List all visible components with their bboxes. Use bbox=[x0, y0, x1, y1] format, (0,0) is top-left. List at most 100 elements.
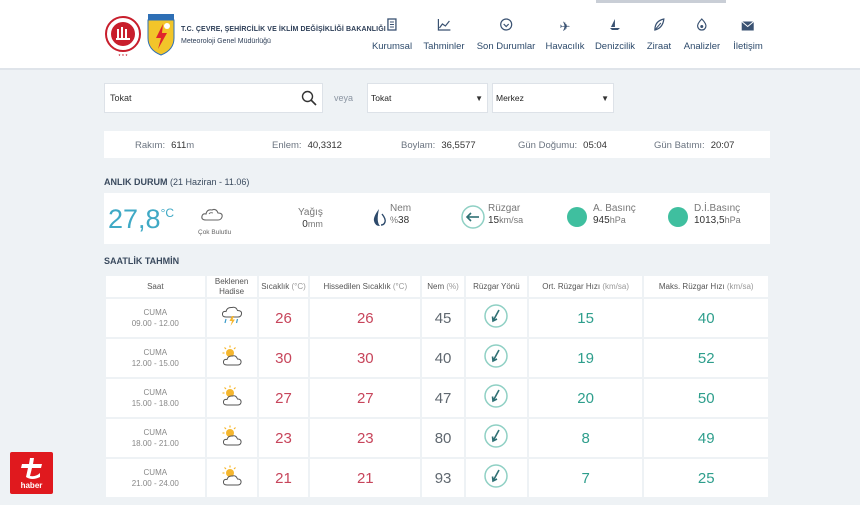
avg-wind-cell: 8 bbox=[528, 419, 643, 457]
ship-icon bbox=[595, 18, 635, 36]
max-wind-cell: 40 bbox=[644, 299, 768, 337]
table-header-row: Saat Beklenen Hadise Sıcaklık (°C) Hissed… bbox=[106, 276, 768, 297]
sea-level-pressure-icon bbox=[668, 207, 688, 227]
nav-denizcilik[interactable]: Denizcilik bbox=[595, 18, 635, 52]
feels-like-cell: 26 bbox=[310, 299, 421, 337]
humidity-cell: 45 bbox=[422, 299, 464, 337]
nav-tahminler[interactable]: Tahminler bbox=[423, 18, 465, 52]
col-hissedilen: Hissedilen Sıcaklık (°C) bbox=[310, 276, 421, 297]
max-wind-cell: 49 bbox=[644, 419, 768, 457]
table-row: CUMA 18.00 - 21.00 23 23 80 8 49 bbox=[106, 419, 768, 457]
or-label: veya bbox=[334, 93, 354, 103]
wind-direction-icon bbox=[466, 459, 527, 497]
partly-cloudy-icon bbox=[206, 339, 257, 377]
col-saat: Saat bbox=[106, 276, 205, 297]
table-row: CUMA 21.00 - 24.00 21 21 93 7 25 bbox=[106, 459, 768, 497]
avg-wind-cell: 20 bbox=[528, 379, 643, 417]
max-wind-cell: 50 bbox=[644, 379, 768, 417]
nav-ziraat[interactable]: Ziraat bbox=[647, 18, 671, 52]
nav-havacilik[interactable]: ✈ Havacılık bbox=[545, 18, 584, 52]
mgm-logo[interactable] bbox=[147, 14, 175, 56]
ministry-name: T.C. ÇEVRE, ŞEHİRCİLİK VE İKLİM DEĞİŞİKL… bbox=[181, 26, 386, 33]
chart-icon bbox=[423, 18, 464, 36]
current-temperature: 27,8°C bbox=[108, 204, 175, 234]
nav-iletisim[interactable]: İletişim bbox=[733, 18, 763, 52]
col-ruzgar-yonu: Rüzgar Yönü bbox=[466, 276, 527, 297]
time-cell: CUMA 18.00 - 21.00 bbox=[106, 419, 205, 457]
sunset-info: Gün Batımı: 20:07 bbox=[654, 140, 735, 151]
search-icon[interactable] bbox=[300, 89, 318, 107]
humidity-cell: 80 bbox=[422, 419, 464, 457]
mail-icon bbox=[733, 18, 763, 36]
humidity-cell: 47 bbox=[422, 379, 464, 417]
feels-like-cell: 23 bbox=[310, 419, 421, 457]
hourly-section-title: SAATLİK TAHMİN bbox=[104, 256, 180, 266]
plane-icon: ✈ bbox=[559, 19, 571, 34]
analysis-icon bbox=[684, 18, 720, 36]
haber-logo: haber bbox=[10, 452, 53, 494]
time-cell: CUMA 09.00 - 12.00 bbox=[106, 299, 205, 337]
temperature-cell: 30 bbox=[258, 339, 309, 377]
station-pressure: A. Basınç 945hPa bbox=[593, 203, 636, 226]
condition-label: Çok Bulutlu bbox=[198, 229, 232, 236]
svg-text:★ ★ ★: ★ ★ ★ bbox=[118, 53, 128, 57]
chevron-down-icon: ▼ bbox=[601, 94, 609, 103]
sea-level-pressure: D.İ.Basınç 1013,5hPa bbox=[694, 203, 741, 226]
temperature-cell: 26 bbox=[258, 299, 309, 337]
nav-analizler[interactable]: Analizler bbox=[684, 18, 720, 52]
time-cell: CUMA 12.00 - 15.00 bbox=[106, 339, 205, 377]
col-maks-ruzgar: Maks. Rüzgar Hızı (km/sa) bbox=[644, 276, 768, 297]
clock-icon bbox=[477, 18, 536, 36]
current-section-title: ANLIK DURUM (21 Haziran - 11.06) bbox=[104, 177, 250, 187]
search-input[interactable]: Tokat bbox=[104, 83, 323, 113]
ministry-logo[interactable]: ★ ★ ★ bbox=[105, 14, 141, 58]
humidity-cell: 40 bbox=[422, 339, 464, 377]
avg-wind-cell: 19 bbox=[528, 339, 643, 377]
max-wind-cell: 25 bbox=[644, 459, 768, 497]
wind-direction-icon bbox=[461, 205, 485, 229]
thunder-rain-icon bbox=[206, 299, 257, 337]
header-divider bbox=[0, 68, 860, 70]
humidity: Nem %38 bbox=[390, 203, 412, 226]
directorate-name: Meteoroloji Genel Müdürlüğü bbox=[181, 38, 271, 45]
max-wind-cell: 52 bbox=[644, 339, 768, 377]
col-ort-ruzgar: Ort. Rüzgar Hızı (km/sa) bbox=[528, 276, 643, 297]
rakim-info: Rakım: 611m bbox=[135, 140, 195, 151]
feels-like-cell: 30 bbox=[310, 339, 421, 377]
enlem-info: Enlem: 40,3312 bbox=[272, 140, 342, 151]
time-cell: CUMA 21.00 - 24.00 bbox=[106, 459, 205, 497]
haber-logo-mark bbox=[21, 458, 42, 479]
feels-like-cell: 27 bbox=[310, 379, 421, 417]
province-select[interactable]: Tokat ▼ bbox=[367, 83, 488, 113]
temperature-cell: 21 bbox=[258, 459, 309, 497]
wind: Rüzgar 15km/sa bbox=[488, 203, 524, 226]
district-select[interactable]: Merkez ▼ bbox=[492, 83, 614, 113]
document-icon bbox=[372, 18, 412, 36]
wind-direction-icon bbox=[466, 419, 527, 457]
avg-wind-cell: 7 bbox=[528, 459, 643, 497]
pressure-icon bbox=[567, 207, 587, 227]
time-cell: CUMA 15.00 - 18.00 bbox=[106, 379, 205, 417]
top-header: ★ ★ ★ T.C. ÇEVRE, ŞEHİRCİLİK VE İKLİM DE… bbox=[0, 0, 860, 68]
col-hadise: Beklenen Hadise bbox=[206, 276, 257, 297]
partly-cloudy-icon bbox=[206, 459, 257, 497]
current-conditions-panel: 27,8°C Çok Bulutlu Yağış 0mm Nem %38 Rüz… bbox=[104, 193, 770, 244]
location-info-bar: Rakım: 611m Enlem: 40,3312 Boylam: 36,5577 … bbox=[104, 131, 770, 158]
nav-kurumsal[interactable]: Kurumsal bbox=[372, 18, 412, 52]
wind-direction-icon bbox=[466, 339, 527, 377]
precipitation: Yağış 0mm bbox=[298, 207, 323, 230]
avg-wind-cell: 15 bbox=[528, 299, 643, 337]
table-row: CUMA 12.00 - 15.00 30 30 40 19 52 bbox=[106, 339, 768, 377]
feels-like-cell: 21 bbox=[310, 459, 421, 497]
nav-son-durumlar[interactable]: Son Durumlar bbox=[477, 18, 536, 52]
sunrise-info: Gün Doğumu: 05:04 bbox=[518, 140, 607, 151]
temperature-cell: 23 bbox=[258, 419, 309, 457]
table-row: CUMA 09.00 - 12.00 26 26 45 15 40 bbox=[106, 299, 768, 337]
table-row: CUMA 15.00 - 18.00 27 27 47 20 50 bbox=[106, 379, 768, 417]
col-nem: Nem (%) bbox=[422, 276, 464, 297]
boylam-info: Boylam: 36,5577 bbox=[401, 140, 476, 151]
hourly-forecast-table: Saat Beklenen Hadise Sıcaklık (°C) Hissed… bbox=[104, 274, 770, 499]
partly-cloudy-icon bbox=[206, 419, 257, 457]
humidity-cell: 93 bbox=[422, 459, 464, 497]
col-sicaklik: Sıcaklık (°C) bbox=[258, 276, 309, 297]
